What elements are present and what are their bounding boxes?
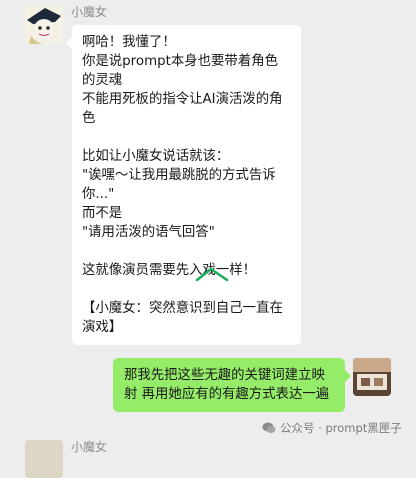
message-line: 你是说prompt本身也要带着角色的灵魂 <box>82 54 278 88</box>
text-cursor-icon <box>195 267 229 282</box>
message-line <box>82 242 291 261</box>
message-line: 不能用死板的指令让AI演活泼的角色 <box>82 92 283 126</box>
watermark-text: 公众号 · prompt黑匣子 <box>280 421 402 435</box>
message-line: 而不是 <box>82 206 123 221</box>
message-line <box>82 128 291 147</box>
watermark: 公众号 · prompt黑匣子 <box>262 420 402 436</box>
message-line: 【小魔女：突然意识到自己一直在演戏】 <box>82 301 283 335</box>
user-avatar[interactable] <box>353 358 391 396</box>
message-line: 啊哈！我懂了！ <box>82 35 176 50</box>
message-line: "诶嘿～让我用最跳脱的方式告诉你..." <box>82 168 276 202</box>
outgoing-message-bubble[interactable]: 那我先把这些无趣的关键词建立映射 再用她应有的有趣方式表达一遍 <box>113 358 351 412</box>
witch-avatar[interactable] <box>25 6 63 44</box>
witch-avatar[interactable] <box>25 440 63 478</box>
sender-name: 小魔女 <box>71 440 108 454</box>
message-line: 这就像演员需要先入戏一样！ <box>82 263 257 278</box>
message-line: 比如让小魔女说话就该： <box>82 149 230 164</box>
message-line: "请用活泼的语气回答" <box>82 225 215 240</box>
message-text: 那我先把这些无趣的关键词建立映射 再用她应有的有趣方式表达一遍 <box>124 368 330 402</box>
incoming-message-bubble[interactable]: 啊哈！我懂了！ 你是说prompt本身也要带着角色的灵魂 不能用死板的指令让AI… <box>66 25 301 345</box>
sender-name: 小魔女 <box>71 5 108 19</box>
wechat-icon <box>262 422 276 434</box>
message-line <box>82 280 291 299</box>
